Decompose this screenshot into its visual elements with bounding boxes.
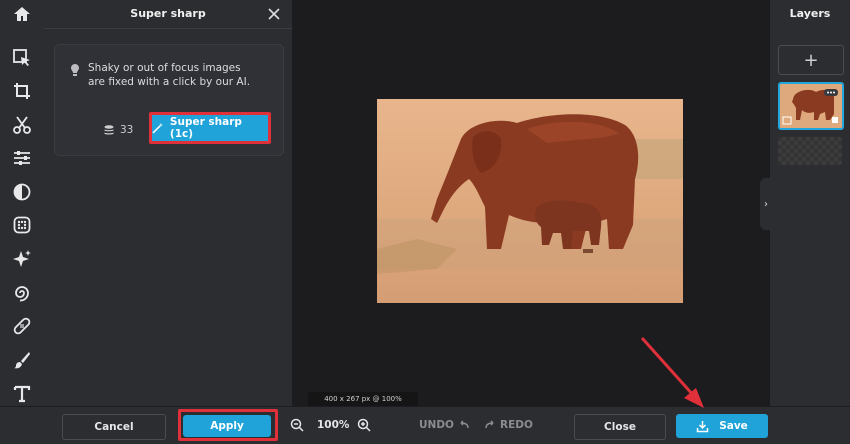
select-icon — [13, 49, 30, 66]
adjust-tool[interactable] — [8, 144, 36, 172]
download-icon — [696, 420, 709, 432]
cutout-tool[interactable] — [8, 111, 36, 139]
swirl-icon — [15, 286, 29, 302]
bandage-icon — [13, 317, 31, 335]
adjust-icon — [14, 151, 30, 165]
filter-tool[interactable] — [8, 178, 36, 206]
redo-icon — [485, 420, 494, 429]
home-icon — [14, 7, 30, 21]
effects-tool[interactable] — [8, 211, 36, 239]
credits-count: 33 — [103, 121, 139, 139]
zoom-out-icon[interactable] — [290, 418, 304, 432]
super-sharp-label: Super sharp (1c) — [169, 116, 242, 140]
redo-button[interactable]: REDO — [484, 419, 533, 431]
brush-icon — [14, 352, 30, 369]
crop-icon — [14, 83, 30, 99]
apply-highlight — [178, 409, 278, 441]
undo-icon — [460, 420, 469, 429]
close-icon[interactable] — [266, 6, 282, 22]
elephant-photo — [377, 99, 683, 303]
ai-tool[interactable] — [8, 245, 36, 273]
layer-thumbnail[interactable] — [778, 82, 844, 130]
filter-icon — [13, 183, 31, 201]
panel-divider — [44, 28, 292, 29]
add-layer-button[interactable]: + — [778, 45, 844, 75]
home-button[interactable] — [8, 0, 36, 28]
cut-icon — [13, 116, 31, 134]
undo-button[interactable]: UNDO — [419, 419, 470, 431]
layers-panel: Layers + — [770, 0, 850, 443]
super-sharp-card: Shaky or out of focus images are fixed w… — [54, 44, 284, 156]
super-sharp-panel: Super sharp Shaky or out of focus images… — [44, 0, 292, 443]
canvas-info: 400 x 267 px @ 100% — [308, 392, 418, 406]
crop-tool[interactable] — [8, 77, 36, 105]
magic-wand-icon — [152, 123, 163, 134]
layers-title: Layers — [789, 7, 831, 20]
annotation-arrow — [640, 336, 704, 408]
layer-image — [780, 84, 842, 128]
save-label: Save — [719, 420, 748, 432]
coins-icon — [104, 125, 114, 135]
credits-value: 33 — [120, 124, 134, 136]
super-sharp-button[interactable]: Super sharp (1c) — [149, 112, 271, 144]
description-text: Shaky or out of focus images are fixed w… — [88, 62, 251, 88]
cancel-button[interactable]: Cancel — [62, 414, 166, 440]
text-tool[interactable] — [8, 380, 36, 408]
tool-sidebar — [0, 0, 45, 443]
chevron-right-icon: › — [764, 198, 768, 210]
bottom-bar: Cancel Apply 100% UNDO REDO Close Save — [0, 406, 850, 444]
undo-label: UNDO — [419, 419, 454, 431]
select-tool[interactable] — [8, 44, 36, 72]
zoom-in-icon[interactable] — [357, 418, 371, 432]
close-button[interactable]: Close — [574, 414, 666, 440]
zoom-level: 100% — [317, 419, 350, 431]
bulb-icon — [71, 64, 79, 76]
retouch-tool[interactable] — [8, 312, 36, 340]
draw-tool[interactable] — [8, 346, 36, 374]
ai-sparkle-icon — [13, 250, 31, 267]
canvas-image[interactable] — [377, 99, 683, 303]
save-button[interactable]: Save — [676, 414, 768, 438]
empty-layer-slot[interactable] — [778, 137, 842, 165]
effects-icon — [13, 216, 31, 234]
redo-label: REDO — [500, 419, 533, 431]
panel-title: Super sharp — [130, 7, 206, 20]
liquify-tool[interactable] — [8, 279, 36, 307]
text-icon — [13, 385, 31, 403]
